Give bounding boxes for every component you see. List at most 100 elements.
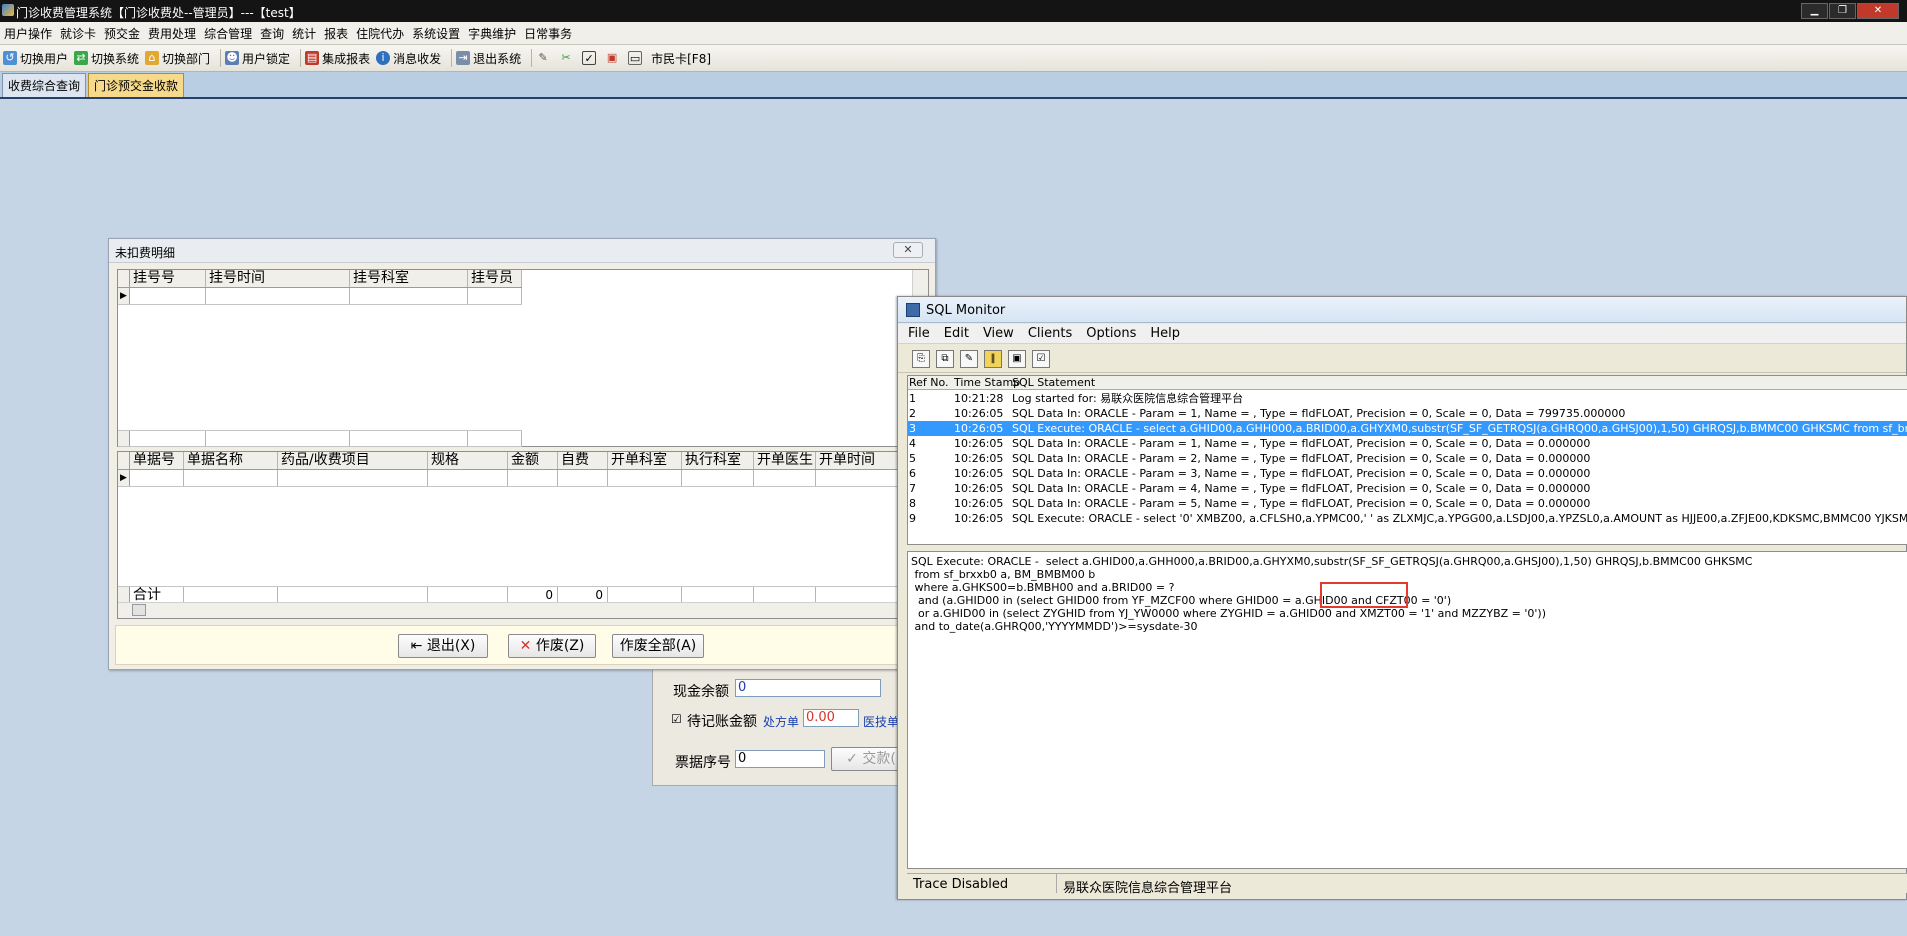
window-tool-button[interactable]: ▭: [628, 51, 645, 65]
list-item[interactable]: 2 10:26:05 SQL Data In: ORACLE - Param = 1…: [908, 406, 1907, 421]
total-row: 合计 0 0: [118, 586, 930, 603]
citizen-card-button[interactable]: 市民卡[F8]: [651, 50, 711, 67]
bill-items-grid[interactable]: 单据号 单据名称 药品/收费项目 规格 金额 自费 开单科室 执行科室 开单医生…: [117, 451, 930, 619]
menu-edit[interactable]: Edit: [944, 326, 969, 341]
menu-options[interactable]: Options: [1086, 326, 1136, 341]
menu-file[interactable]: File: [908, 326, 930, 341]
menu-manage[interactable]: 综合管理: [204, 25, 252, 42]
lock-user-button[interactable]: ☻ 用户锁定: [225, 50, 290, 67]
col-bill-no[interactable]: 单据号: [130, 452, 184, 469]
trace-status: Trace Disabled: [907, 874, 1057, 893]
app-title-bar: 门诊收费管理系统【门诊收费处--管理员】---【test】 ▁ ❐ ✕: [0, 0, 1907, 22]
menu-inpatient[interactable]: 住院代办: [356, 25, 404, 42]
copy-icon[interactable]: ⧉: [936, 349, 954, 368]
dialog-button-bar: ⇤ 退出(X) ✕ 作废(Z) 作废全部(A): [115, 625, 931, 665]
menu-settings[interactable]: 系统设置: [412, 25, 460, 42]
sql-detail-pane[interactable]: SQL Execute: ORACLE - select a.GHID00,a.…: [907, 551, 1907, 869]
pending-checkbox[interactable]: ☑: [671, 712, 682, 726]
col-reg-clerk[interactable]: 挂号员: [468, 270, 522, 287]
tool-icon: ✂: [561, 51, 571, 64]
col-spec[interactable]: 规格: [428, 452, 508, 469]
pencil-icon: ✎: [538, 51, 548, 64]
tab-deposit-payment[interactable]: 门诊预交金收款: [88, 73, 185, 97]
close-dialog-button[interactable]: ✕: [893, 242, 923, 258]
table-row[interactable]: ▶: [118, 470, 930, 487]
unpaid-details-dialog: 未扣费明细 ✕ 挂号号 挂号时间 挂号科室 挂号员 ▶ 单据号 单据名称 药品/…: [108, 238, 936, 670]
menu-card[interactable]: 就诊卡: [60, 25, 96, 42]
col-order-dept[interactable]: 开单科室: [608, 452, 682, 469]
switch-dept-icon: ⌂: [145, 51, 160, 65]
col-doctor[interactable]: 开单医生: [754, 452, 816, 469]
report-button[interactable]: ▤ 集成报表: [305, 50, 370, 67]
list-item[interactable]: 6 10:26:05 SQL Data In: ORACLE - Param = 3…: [908, 466, 1907, 481]
col-exec-dept[interactable]: 执行科室: [682, 452, 754, 469]
scroll-thumb[interactable]: [132, 604, 146, 616]
list-item[interactable]: 8 10:26:05 SQL Data In: ORACLE - Param = 5…: [908, 496, 1907, 511]
switch-system-button[interactable]: ⇄ 切换系统: [74, 50, 139, 67]
menu-deposit[interactable]: 预交金: [104, 25, 140, 42]
clear-icon[interactable]: ✎: [960, 349, 978, 368]
card-tool-button[interactable]: ▣: [605, 51, 622, 65]
col-reg-dept[interactable]: 挂号科室: [350, 270, 468, 287]
menu-query[interactable]: 查询: [260, 25, 284, 42]
list-item-selected[interactable]: 3 10:26:05 SQL Execute: ORACLE - select a.…: [908, 421, 1907, 436]
exit-system-button[interactable]: ⇥ 退出系统: [456, 50, 521, 67]
void-all-button[interactable]: 作废全部(A): [612, 634, 704, 658]
minimize-button[interactable]: ▁: [1801, 3, 1828, 19]
save-log-icon[interactable]: ⎘: [912, 349, 930, 368]
table-row[interactable]: ▶: [118, 288, 522, 305]
checkbox-icon: ✓: [582, 51, 597, 65]
switch-user-button[interactable]: ↺ 切换用户: [3, 50, 68, 67]
menu-view[interactable]: View: [983, 326, 1014, 341]
menu-report[interactable]: 报表: [324, 25, 348, 42]
col-self-pay[interactable]: 自费: [558, 452, 608, 469]
menu-daily[interactable]: 日常事务: [524, 25, 572, 42]
edit-tool-button[interactable]: ✎: [536, 51, 553, 65]
col-amount[interactable]: 金额: [508, 452, 558, 469]
info-icon: i: [376, 51, 391, 65]
card-icon: ▣: [606, 51, 618, 64]
col-reg-no[interactable]: 挂号号: [130, 270, 206, 287]
toolbar-separator: [531, 49, 533, 67]
menu-help[interactable]: Help: [1150, 326, 1180, 341]
message-button[interactable]: i 消息收发: [376, 50, 441, 67]
tab-fee-query[interactable]: 收费综合查询: [2, 73, 87, 97]
receipt-field[interactable]: 0: [735, 750, 825, 768]
pause-icon[interactable]: ‖: [984, 349, 1002, 368]
highlight-annotation: [1320, 582, 1408, 608]
col-sql-statement[interactable]: SQL Statement: [1012, 376, 1095, 389]
restore-button[interactable]: ❐: [1829, 3, 1856, 19]
sql-detail-line: or a.GHID00 in (select ZYGHID from YJ_YW…: [911, 607, 1546, 620]
cash-balance-field[interactable]: 0: [735, 679, 881, 697]
tool-button[interactable]: ✂: [559, 51, 576, 65]
list-item[interactable]: 4 10:26:05 SQL Data In: ORACLE - Param = 1…: [908, 436, 1907, 451]
menu-stats[interactable]: 统计: [292, 25, 316, 42]
switch-dept-button[interactable]: ⌂ 切换部门: [145, 50, 210, 67]
exit-button[interactable]: ⇤ 退出(X): [398, 634, 488, 658]
clients-icon[interactable]: ▣: [1008, 349, 1026, 368]
menu-dictionary[interactable]: 字典维护: [468, 25, 516, 42]
list-item[interactable]: 1 10:21:28 Log started for: 易联众医院信息综合管理平台: [908, 391, 1907, 406]
toolbar-separator: [451, 49, 453, 67]
col-ref-no[interactable]: Ref No.: [909, 376, 949, 389]
horizontal-scrollbar[interactable]: [118, 602, 928, 618]
list-item[interactable]: 5 10:26:05 SQL Data In: ORACLE - Param = 2…: [908, 451, 1907, 466]
options-check-icon[interactable]: ☑: [1032, 349, 1050, 368]
document-tabs: 收费综合查询 门诊预交金收款: [0, 72, 1907, 99]
sql-log-list[interactable]: Ref No. Time Stamp SQL Statement 1 10:21:…: [907, 375, 1907, 545]
col-time-stamp[interactable]: Time Stamp: [954, 376, 1020, 389]
menu-fee[interactable]: 费用处理: [148, 25, 196, 42]
col-item[interactable]: 药品/收费项目: [278, 452, 428, 469]
col-reg-time[interactable]: 挂号时间: [206, 270, 350, 287]
col-bill-name[interactable]: 单据名称: [184, 452, 278, 469]
void-button[interactable]: ✕ 作废(Z): [508, 634, 596, 658]
list-item[interactable]: 7 10:26:05 SQL Data In: ORACLE - Param = 4…: [908, 481, 1907, 496]
prescription-field[interactable]: 0.00: [803, 709, 859, 727]
menu-user-ops[interactable]: 用户操作: [4, 25, 52, 42]
check-tool-button[interactable]: ✓: [582, 51, 599, 65]
list-item[interactable]: 9 10:26:05 SQL Execute: ORACLE - select '0…: [908, 511, 1907, 526]
sql-monitor-title: SQL Monitor: [926, 303, 1006, 318]
menu-clients[interactable]: Clients: [1028, 326, 1072, 341]
close-window-button[interactable]: ✕: [1857, 3, 1899, 19]
registration-grid[interactable]: 挂号号 挂号时间 挂号科室 挂号员 ▶: [117, 269, 929, 447]
